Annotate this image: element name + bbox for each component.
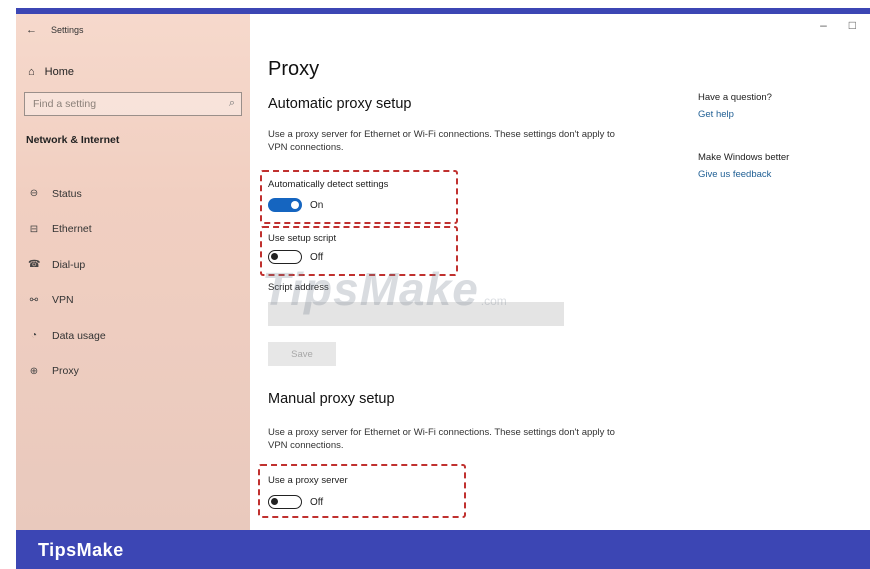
window-controls: – □ xyxy=(820,18,856,32)
status-icon: ⊖ xyxy=(29,188,39,200)
get-help-link[interactable]: Get help xyxy=(698,109,789,120)
home-icon: ⌂ xyxy=(28,66,35,78)
brand-logo: TipsMake xyxy=(38,540,124,560)
sidebar-item-label: Data usage xyxy=(52,329,106,342)
highlight-box xyxy=(258,464,466,518)
sidebar: ← Settings ⌂ Home Find a setting ⌕ Netwo… xyxy=(16,14,250,530)
automatic-proxy-description: Use a proxy server for Ethernet or Wi-Fi… xyxy=(268,129,615,153)
sidebar-item-data-usage[interactable]: ◔ Data usage xyxy=(28,318,106,354)
sidebar-item-ethernet[interactable]: ⊟ Ethernet xyxy=(28,212,106,248)
feedback-link[interactable]: Give us feedback xyxy=(698,169,789,180)
manual-proxy-description: Use a proxy server for Ethernet or Wi-Fi… xyxy=(268,427,615,451)
sidebar-item-dialup[interactable]: ☎ Dial-up xyxy=(28,247,106,283)
search-icon: ⌕ xyxy=(228,97,235,109)
highlight-box xyxy=(260,170,458,224)
highlight-box xyxy=(260,226,458,276)
automatic-proxy-heading: Automatic proxy setup xyxy=(268,96,412,112)
maximize-button[interactable]: □ xyxy=(849,18,856,32)
script-address-label: Script address xyxy=(268,282,329,293)
vpn-icon: ⚯ xyxy=(29,294,39,306)
sidebar-nav: ⊖ Status ⊟ Ethernet ☎ Dial-up ⚯ VPN ◔ Da… xyxy=(28,176,106,389)
save-button[interactable]: Save xyxy=(268,342,336,366)
sidebar-item-vpn[interactable]: ⚯ VPN xyxy=(28,283,106,319)
sidebar-item-proxy[interactable]: ⊕ Proxy xyxy=(28,354,106,390)
page-title: Proxy xyxy=(268,58,320,80)
main-content: – □ Proxy Automatic proxy setup Use a pr… xyxy=(250,14,870,530)
window-edge xyxy=(0,0,16,530)
manual-proxy-heading: Manual proxy setup xyxy=(268,391,395,407)
script-address-input[interactable] xyxy=(268,302,564,326)
sidebar-item-label: Dial-up xyxy=(52,258,86,271)
search-placeholder: Find a setting xyxy=(33,98,97,110)
search-input[interactable]: Find a setting ⌕ xyxy=(24,92,242,116)
feedback-heading: Make Windows better xyxy=(698,152,790,163)
home-label: Home xyxy=(44,66,74,78)
help-question: Have a question? xyxy=(698,92,772,103)
sidebar-home[interactable]: ⌂ Home xyxy=(28,66,74,78)
back-arrow-icon[interactable]: ← xyxy=(26,24,37,36)
window-title: Settings xyxy=(51,25,84,35)
sidebar-item-status[interactable]: ⊖ Status xyxy=(28,176,106,212)
sidebar-section-title: Network & Internet xyxy=(26,134,120,146)
help-panel: Have a question? Get help Make Windows b… xyxy=(698,92,789,180)
sidebar-item-label: VPN xyxy=(52,294,74,307)
dialup-icon: ☎ xyxy=(28,259,41,271)
ethernet-icon: ⊟ xyxy=(29,223,39,235)
data-usage-icon: ◔ xyxy=(30,330,38,342)
sidebar-item-label: Ethernet xyxy=(52,223,92,236)
sidebar-item-label: Proxy xyxy=(52,365,79,378)
window-titlebar: ← Settings xyxy=(26,24,84,36)
minimize-button[interactable]: – xyxy=(820,18,827,32)
sidebar-item-label: Status xyxy=(52,187,82,200)
footer-bar: TipsMake xyxy=(16,530,870,569)
proxy-icon: ⊕ xyxy=(29,365,39,377)
